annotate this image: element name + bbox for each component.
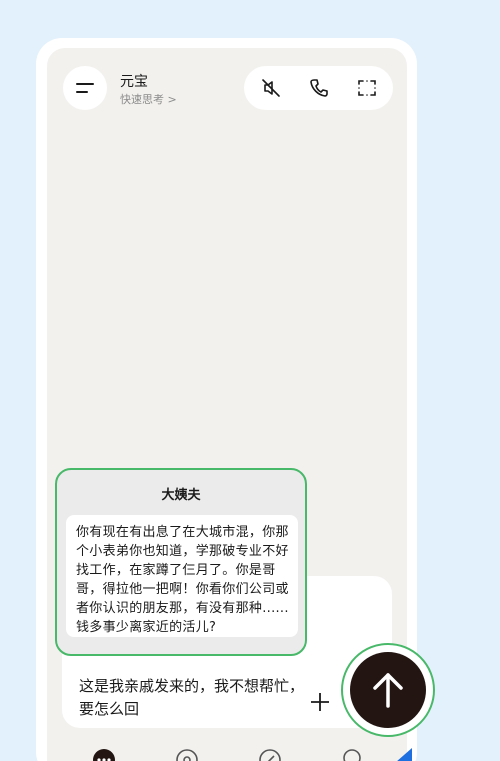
profile-tab-icon[interactable]	[339, 747, 365, 761]
card-sender-name: 大姨夫	[161, 488, 201, 503]
message-input[interactable]: 这是我亲戚发来的，我不想帮忙，要怎么回	[79, 675, 304, 721]
send-button[interactable]	[350, 652, 426, 728]
screenshot-icon[interactable]	[356, 77, 378, 99]
mode-selector[interactable]: 快速思考 >	[120, 91, 177, 107]
send-icon	[373, 673, 403, 708]
chat-title: 元宝	[120, 74, 148, 90]
corner-marker	[396, 748, 412, 761]
phone-icon[interactable]	[308, 77, 330, 99]
plus-icon[interactable]	[308, 690, 332, 714]
header-actions	[244, 66, 393, 110]
shared-message-text: 你有现在有出息了在大城市混，你那个小表弟你也知道，学那破专业不好找工作，在家蹲了…	[76, 525, 289, 635]
chat-tab-icon[interactable]	[91, 747, 117, 761]
menu-button[interactable]	[63, 66, 107, 110]
mute-icon[interactable]	[260, 77, 282, 99]
menu-icon	[76, 83, 94, 93]
discover-tab-icon[interactable]	[174, 747, 200, 761]
create-tab-icon[interactable]	[257, 747, 283, 761]
